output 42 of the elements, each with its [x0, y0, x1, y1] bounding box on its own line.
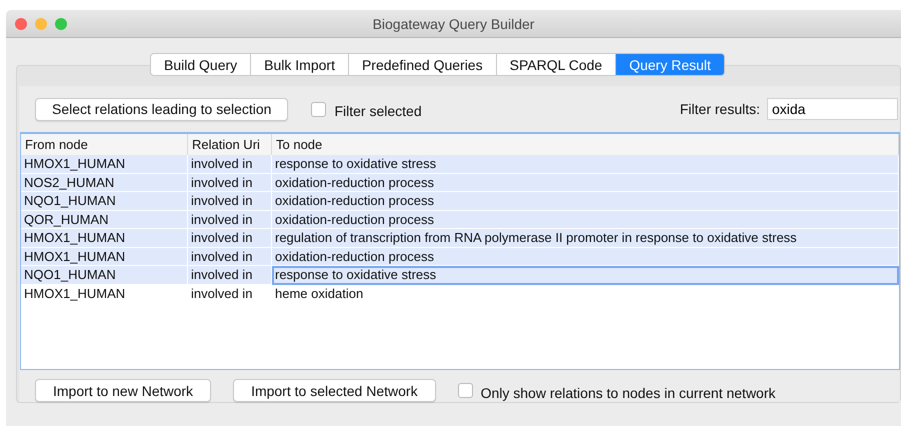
table-cell[interactable]: involved in [188, 192, 272, 210]
tab[interactable]: Bulk Import [251, 53, 349, 76]
window-title: Biogateway Query Builder [372, 16, 534, 32]
table-cell[interactable]: response to oxidative stress [272, 155, 899, 174]
checkbox[interactable] [458, 383, 473, 398]
select-relations-button[interactable]: Select relations leading to selection [35, 98, 288, 120]
filter-label: Filter results: [680, 101, 760, 117]
table-cell[interactable]: oxidation-reduction process [272, 248, 899, 266]
import-button[interactable]: Import to new Network [35, 379, 212, 402]
table-cell[interactable]: NQO1_HUMAN [21, 266, 188, 284]
table-cell[interactable]: NQO1_HUMAN [21, 192, 188, 210]
filter-field[interactable]: oxida [767, 98, 898, 120]
table-cell[interactable]: oxidation-reduction process [272, 210, 899, 229]
column-header[interactable]: From node [21, 134, 188, 156]
table-cell[interactable]: involved in [188, 248, 272, 266]
table-cell[interactable]: HMOX1_HUMAN [21, 155, 188, 174]
checkbox-label: Filter selected [334, 103, 422, 119]
close-icon[interactable] [15, 18, 27, 30]
table-cell[interactable]: involved in [188, 229, 272, 248]
tab[interactable]: Query Result [616, 53, 725, 76]
table-cell[interactable]: involved in [188, 155, 272, 174]
table-cell[interactable]: involved in [188, 266, 272, 284]
table-cell[interactable]: QOR_HUMAN [21, 210, 188, 229]
table-cell[interactable]: regulation of transcription from RNA polymerase II promoter in response to oxidative stress [272, 229, 899, 248]
tab[interactable]: Build Query [150, 53, 252, 76]
tab[interactable]: SPARQL Code [496, 53, 616, 76]
import-button[interactable]: Import to selected Network [233, 379, 436, 402]
table-cell[interactable]: HMOX1_HUMAN [21, 229, 188, 248]
table-cell[interactable]: response to oxidative stress [272, 266, 899, 284]
table-cell[interactable]: involved in [188, 174, 272, 192]
table-cell[interactable]: oxidation-reduction process [272, 174, 899, 192]
column-header[interactable]: To node [272, 134, 899, 156]
table-cell[interactable]: involved in [188, 210, 272, 229]
table-cell[interactable]: HMOX1_HUMAN [21, 248, 188, 266]
column-header[interactable]: Relation Uri [188, 134, 272, 156]
minimize-icon[interactable] [35, 18, 47, 30]
tab[interactable]: Predefined Queries [348, 53, 497, 76]
checkbox-label: Only show relations to nodes in current network [480, 384, 776, 400]
checkbox[interactable] [311, 102, 326, 116]
table-cell[interactable]: oxidation-reduction process [272, 192, 899, 210]
table-cell[interactable]: NOS2_HUMAN [21, 174, 188, 192]
zoom-icon[interactable] [55, 18, 67, 30]
